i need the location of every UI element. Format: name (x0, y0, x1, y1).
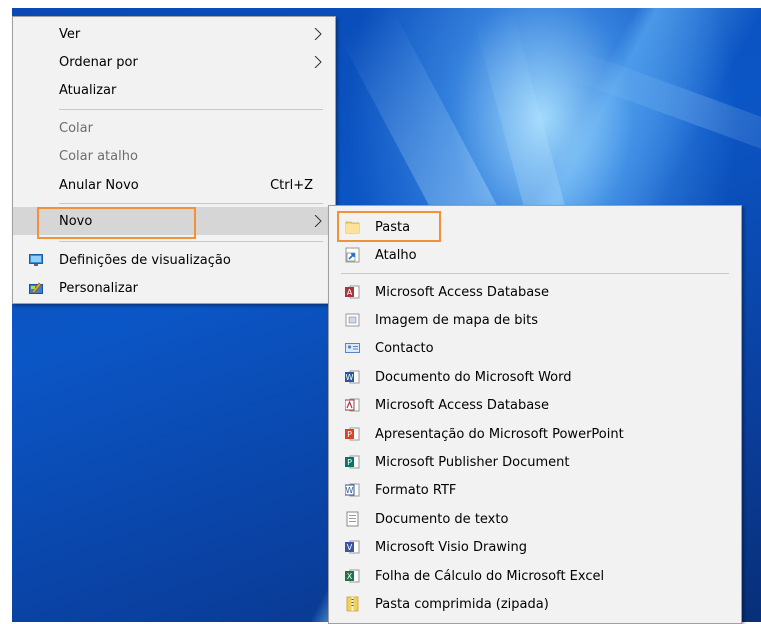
svg-text:A: A (347, 288, 353, 297)
submenu-item-label: Microsoft Publisher Document (375, 454, 570, 470)
menu-item-colar[interactable]: Colar (13, 114, 335, 142)
menu-item-atualizar[interactable]: Atualizar (13, 76, 335, 104)
submenu-item-label: Microsoft Access Database (375, 397, 549, 413)
menu-item-label: Atualizar (59, 82, 117, 98)
menu-item-label: Ordenar por (59, 54, 138, 70)
svg-text:V: V (347, 543, 353, 552)
submenu-item-zip[interactable]: Pasta comprimida (zipada) (329, 590, 741, 618)
submenu-item-label: Atalho (375, 247, 417, 263)
menu-item-ver[interactable]: Ver (13, 20, 335, 48)
submenu-item-contacto[interactable]: Contacto (329, 334, 741, 362)
menu-separator (59, 203, 323, 204)
contact-icon (345, 343, 360, 353)
new-submenu: Pasta Atalho A Microsoft Access Database… (328, 205, 742, 624)
submenu-item-label: Pasta comprimida (zipada) (375, 596, 549, 612)
submenu-item-label: Folha de Cálculo do Microsoft Excel (375, 568, 605, 584)
svg-text:P: P (347, 430, 352, 439)
access-icon: A (345, 285, 360, 299)
submenu-item-word[interactable]: W Documento do Microsoft Word (329, 363, 741, 391)
submenu-item-publisher[interactable]: P Microsoft Publisher Document (329, 448, 741, 476)
pasta-highlight-box (337, 211, 441, 242)
text-document-icon (346, 511, 359, 527)
submenu-item-powerpoint[interactable]: P Apresentação do Microsoft PowerPoint (329, 420, 741, 448)
visio-icon: V (345, 540, 360, 554)
powerpoint-icon: P (345, 427, 360, 441)
wallpaper-light-beam (561, 48, 761, 179)
submenu-item-label: Documento de texto (375, 511, 509, 527)
menu-separator (341, 273, 729, 274)
submenu-item-excel[interactable]: X Folha de Cálculo do Microsoft Excel (329, 562, 741, 590)
menu-item-label: Colar (59, 120, 93, 136)
submenu-item-bitmap[interactable]: Imagem de mapa de bits (329, 306, 741, 334)
novo-highlight-box (37, 207, 196, 239)
submenu-item-label: Formato RTF (375, 482, 457, 498)
menu-item-label: Definições de visualização (59, 252, 231, 268)
menu-item-ordenar-por[interactable]: Ordenar por (13, 48, 335, 76)
menu-separator (59, 109, 323, 110)
personalize-icon (29, 282, 43, 294)
submenu-item-label: Contacto (375, 340, 434, 356)
submenu-item-label: Microsoft Access Database (375, 284, 549, 300)
menu-item-label: Ver (59, 26, 81, 42)
submenu-item-label: Apresentação do Microsoft PowerPoint (375, 426, 624, 442)
menu-item-colar-atalho[interactable]: Colar atalho (13, 142, 335, 170)
publisher-icon: P (345, 455, 360, 469)
menu-item-label: Personalizar (59, 280, 139, 296)
submenu-item-visio[interactable]: V Microsoft Visio Drawing (329, 533, 741, 561)
shortcut-icon (345, 247, 360, 263)
svg-text:W: W (346, 373, 354, 382)
svg-text:P: P (347, 458, 352, 467)
submenu-item-label: Documento do Microsoft Word (375, 369, 572, 385)
submenu-item-access-database-1[interactable]: A Microsoft Access Database (329, 278, 741, 306)
zip-folder-icon (346, 596, 359, 612)
submenu-item-label: Microsoft Visio Drawing (375, 539, 528, 555)
bitmap-icon (345, 313, 360, 327)
menu-item-label: Anular Novo (59, 177, 139, 193)
menu-item-personalizar[interactable]: Personalizar (13, 274, 335, 302)
display-settings-icon (29, 254, 43, 266)
menu-item-shortcut: Ctrl+Z (270, 177, 313, 193)
menu-item-anular-novo[interactable]: Anular Novo Ctrl+Z (13, 171, 335, 199)
rtf-icon: W (345, 483, 360, 497)
submenu-item-access-database-2[interactable]: Microsoft Access Database (329, 391, 741, 419)
submenu-item-atalho[interactable]: Atalho (329, 241, 741, 269)
submenu-item-documento-texto[interactable]: Documento de texto (329, 505, 741, 533)
svg-text:X: X (347, 572, 353, 581)
menu-separator (59, 241, 323, 242)
chevron-right-icon (314, 215, 322, 227)
excel-icon: X (345, 569, 360, 583)
access-icon (345, 398, 360, 412)
word-icon: W (345, 370, 360, 384)
desktop-context-menu: Ver Ordenar por Atualizar Colar Colar at… (12, 16, 336, 304)
submenu-item-label: Imagem de mapa de bits (375, 312, 538, 328)
submenu-item-rtf[interactable]: W Formato RTF (329, 476, 741, 504)
chevron-right-icon (314, 56, 322, 68)
chevron-right-icon (314, 28, 322, 40)
svg-text:W: W (346, 486, 354, 495)
menu-item-label: Colar atalho (59, 148, 138, 164)
menu-item-definicoes-visualizacao[interactable]: Definições de visualização (13, 246, 335, 274)
